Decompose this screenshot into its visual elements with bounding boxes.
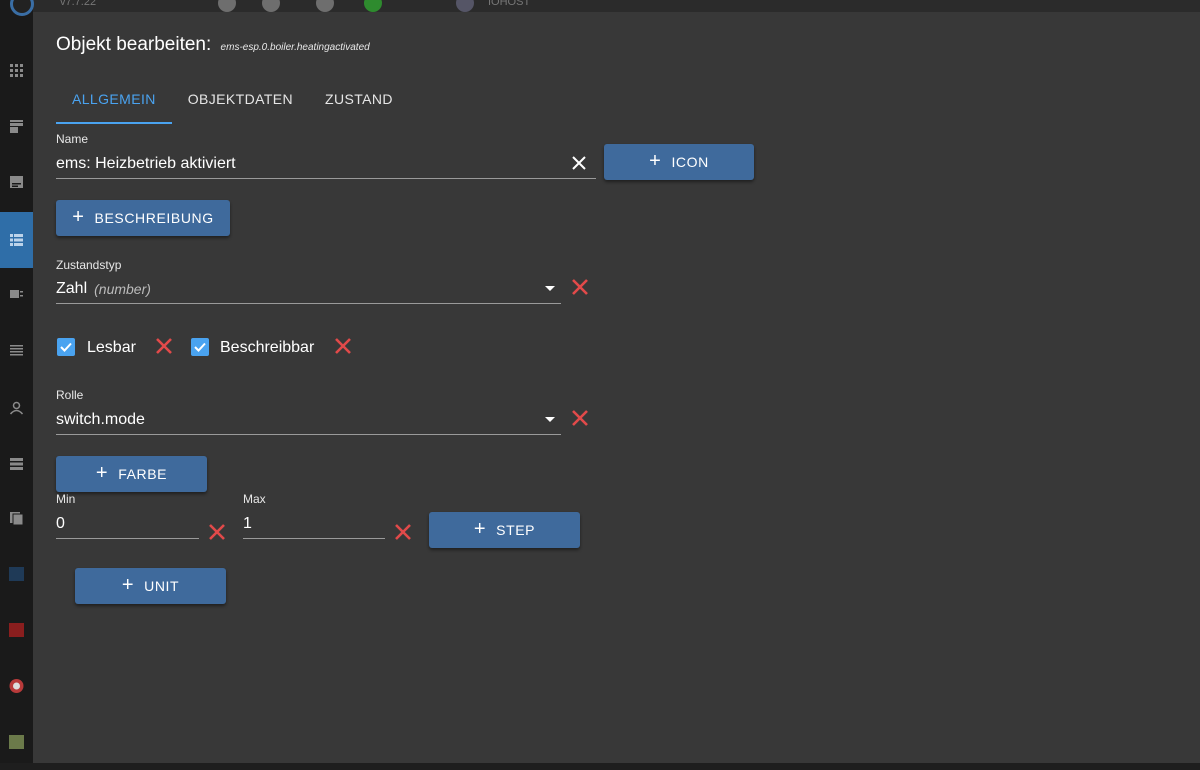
files-icon bbox=[10, 512, 24, 525]
name-input[interactable]: ems: Heizbetrieb aktiviert bbox=[56, 149, 596, 179]
state-type-value: Zahl bbox=[56, 279, 88, 297]
edit-object-dialog: Objekt bearbeiten: ems-esp.0.boiler.heat… bbox=[33, 12, 1200, 763]
sidebar-item-overview[interactable] bbox=[0, 42, 33, 98]
list-icon bbox=[10, 345, 23, 356]
delete-role-icon[interactable] bbox=[570, 408, 590, 428]
object-id: ems-esp.0.boiler.heatingactivated bbox=[220, 42, 370, 53]
add-description-button[interactable]: + BESCHREIBUNG bbox=[56, 200, 230, 236]
sidebar-item-extra[interactable] bbox=[0, 714, 33, 770]
max-input[interactable]: 1 bbox=[243, 509, 385, 539]
app-sidebar bbox=[0, 0, 34, 763]
grid-icon bbox=[10, 64, 23, 77]
app-icon bbox=[218, 0, 236, 12]
delete-readable-icon[interactable] bbox=[154, 336, 174, 356]
state-type-label: Zustandstyp bbox=[56, 258, 122, 272]
readable-checkbox[interactable] bbox=[57, 338, 75, 356]
user-icon bbox=[9, 401, 24, 415]
dropdown-caret-icon bbox=[545, 286, 555, 291]
sidebar-item-scripts[interactable] bbox=[0, 546, 33, 602]
max-value: 1 bbox=[243, 514, 252, 532]
state-type-hint: (number) bbox=[94, 280, 151, 297]
add-description-label: BESCHREIBUNG bbox=[94, 210, 214, 226]
iobroker-logo bbox=[10, 0, 34, 16]
writable-checkbox[interactable] bbox=[191, 338, 209, 356]
max-label: Max bbox=[243, 492, 266, 506]
app-topbar: v7.7.22 IOHOST bbox=[0, 0, 1200, 12]
plus-icon: + bbox=[649, 150, 662, 172]
tab-state[interactable]: ZUSTAND bbox=[309, 88, 409, 124]
enums-icon bbox=[10, 290, 23, 298]
min-label: Min bbox=[56, 492, 76, 506]
sidebar-item-adapters[interactable] bbox=[0, 98, 33, 154]
plus-icon: + bbox=[473, 518, 487, 540]
plus-icon: + bbox=[95, 462, 109, 484]
extra-icon bbox=[9, 735, 24, 749]
name-label: Name bbox=[56, 132, 89, 146]
hosts-icon bbox=[10, 458, 23, 470]
sidebar-item-logs[interactable] bbox=[0, 322, 33, 378]
readable-label: Lesbar bbox=[87, 339, 136, 356]
delete-max-icon[interactable] bbox=[393, 522, 413, 542]
sidebar-item-hosts[interactable] bbox=[0, 436, 33, 492]
delete-min-icon[interactable] bbox=[207, 522, 227, 542]
role-select[interactable]: switch.mode bbox=[56, 405, 561, 435]
add-step-button[interactable]: + STEP bbox=[429, 512, 580, 548]
wrench-icon bbox=[262, 0, 280, 12]
delete-writable-icon[interactable] bbox=[333, 336, 353, 356]
dialog-title: Objekt bearbeiten: ems-esp.0.boiler.heat… bbox=[56, 34, 370, 56]
name-value: ems: Heizbetrieb aktiviert bbox=[56, 154, 236, 172]
role-label: Rolle bbox=[56, 388, 84, 402]
vis-icon bbox=[9, 679, 24, 693]
store-icon bbox=[10, 120, 23, 133]
state-type-select[interactable]: Zahl (number) bbox=[56, 274, 561, 304]
objects-icon bbox=[10, 234, 23, 246]
add-step-label: STEP bbox=[496, 522, 536, 538]
clear-icon[interactable] bbox=[570, 154, 588, 172]
add-unit-button[interactable]: + UNIT bbox=[75, 568, 226, 604]
status-icon bbox=[364, 0, 382, 12]
delete-state-type-icon[interactable] bbox=[570, 277, 590, 297]
sidebar-item-users[interactable] bbox=[0, 380, 33, 436]
add-color-label: FARBE bbox=[118, 466, 168, 482]
instances-icon bbox=[10, 176, 23, 188]
gear-icon bbox=[316, 0, 334, 12]
add-icon-label: ICON bbox=[671, 154, 709, 170]
plus-icon: + bbox=[121, 574, 135, 596]
sidebar-item-nodered[interactable] bbox=[0, 602, 33, 658]
nodered-icon bbox=[9, 623, 24, 637]
writable-label: Beschreibbar bbox=[220, 339, 315, 356]
sidebar-item-instances[interactable] bbox=[0, 154, 33, 210]
sidebar-item-vis[interactable] bbox=[0, 658, 33, 714]
sidebar-item-enums[interactable] bbox=[0, 266, 33, 322]
host-icon bbox=[456, 0, 474, 12]
checkbox-checked-icon bbox=[194, 342, 206, 352]
min-value: 0 bbox=[56, 514, 65, 532]
plus-icon: + bbox=[72, 206, 85, 228]
sidebar-item-objects[interactable] bbox=[0, 212, 33, 268]
sidebar-item-files[interactable] bbox=[0, 490, 33, 546]
dropdown-caret-icon bbox=[545, 417, 555, 422]
dialog-title-text: Objekt bearbeiten: bbox=[56, 34, 212, 55]
host-text: IOHOST bbox=[488, 0, 531, 8]
add-color-button[interactable]: + FARBE bbox=[56, 456, 207, 492]
tab-bar: ALLGEMEIN OBJEKTDATEN ZUSTAND bbox=[56, 88, 409, 124]
checkbox-checked-icon bbox=[60, 342, 72, 352]
javascript-icon bbox=[9, 567, 24, 581]
tab-object-data[interactable]: OBJEKTDATEN bbox=[172, 88, 309, 124]
tab-general[interactable]: ALLGEMEIN bbox=[56, 88, 172, 124]
min-input[interactable]: 0 bbox=[56, 509, 199, 539]
role-value: switch.mode bbox=[56, 410, 145, 428]
version-text: v7.7.22 bbox=[60, 0, 97, 8]
add-unit-label: UNIT bbox=[144, 578, 180, 594]
add-icon-button[interactable]: + ICON bbox=[604, 144, 754, 180]
